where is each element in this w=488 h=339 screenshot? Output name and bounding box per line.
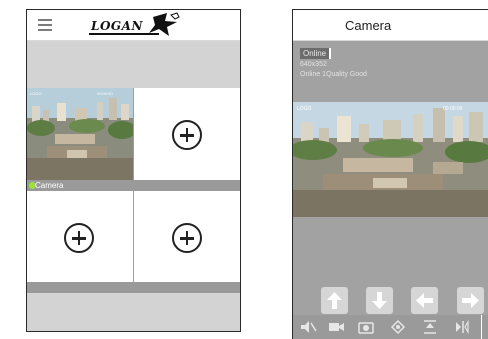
svg-text:LOGO: LOGO [30, 91, 42, 96]
camera-thumbnail[interactable]: LOGO 00:00:00 [27, 88, 133, 181]
record-icon[interactable] [327, 318, 345, 336]
logan-logo: LOGAN [87, 11, 183, 39]
svg-text:00:00:00: 00:00:00 [443, 106, 463, 112]
add-channel-2[interactable] [134, 88, 240, 181]
bottom-spacer [27, 293, 240, 331]
svg-text:00:00:00: 00:00:00 [97, 91, 113, 96]
app-header: Camera [293, 10, 488, 41]
quality-label: Online 1Quality Good [300, 71, 367, 78]
zoom-icon[interactable] [421, 318, 439, 336]
ptz-control-bar [293, 285, 488, 315]
arrow-right-icon[interactable] [457, 287, 484, 314]
app-header: LOGAN [27, 10, 240, 41]
arrow-left-icon[interactable] [411, 287, 438, 314]
bottom-status-bar [27, 282, 240, 293]
status-badge: Online [300, 48, 332, 59]
top-spacer [27, 41, 240, 88]
camera-live-screen: Camera Online 640x352 Online 1Quality Go… [292, 9, 488, 339]
plus-circle-icon[interactable] [64, 223, 94, 253]
channel-label: Camera [35, 181, 64, 190]
arrow-up-icon[interactable] [321, 287, 348, 314]
page-title: Camera [345, 18, 392, 33]
live-preview-panel: Online 640x352 Online 1Quality Good LOGO… [293, 41, 488, 285]
mute-icon[interactable] [299, 318, 317, 336]
resolution-label: 640x352 [300, 61, 327, 68]
plus-circle-icon[interactable] [172, 120, 202, 150]
multi-view-screen: LOGAN LOGO 00:00:00 Camera [26, 9, 241, 332]
live-video[interactable]: LOGO 00:00:00 [293, 102, 488, 217]
svg-text:LOGO: LOGO [297, 106, 312, 112]
plus-circle-icon[interactable] [172, 223, 202, 253]
add-channel-4[interactable] [134, 191, 240, 284]
arrow-down-icon[interactable] [366, 287, 393, 314]
menu-icon[interactable] [38, 19, 52, 31]
snapshot-icon[interactable] [357, 318, 375, 336]
camera-grid: LOGO 00:00:00 Camera [27, 88, 240, 284]
add-channel-3[interactable] [27, 191, 133, 284]
mirror-icon[interactable] [453, 318, 471, 336]
bottom-toolbar [293, 315, 488, 339]
preset-icon[interactable] [389, 318, 407, 336]
